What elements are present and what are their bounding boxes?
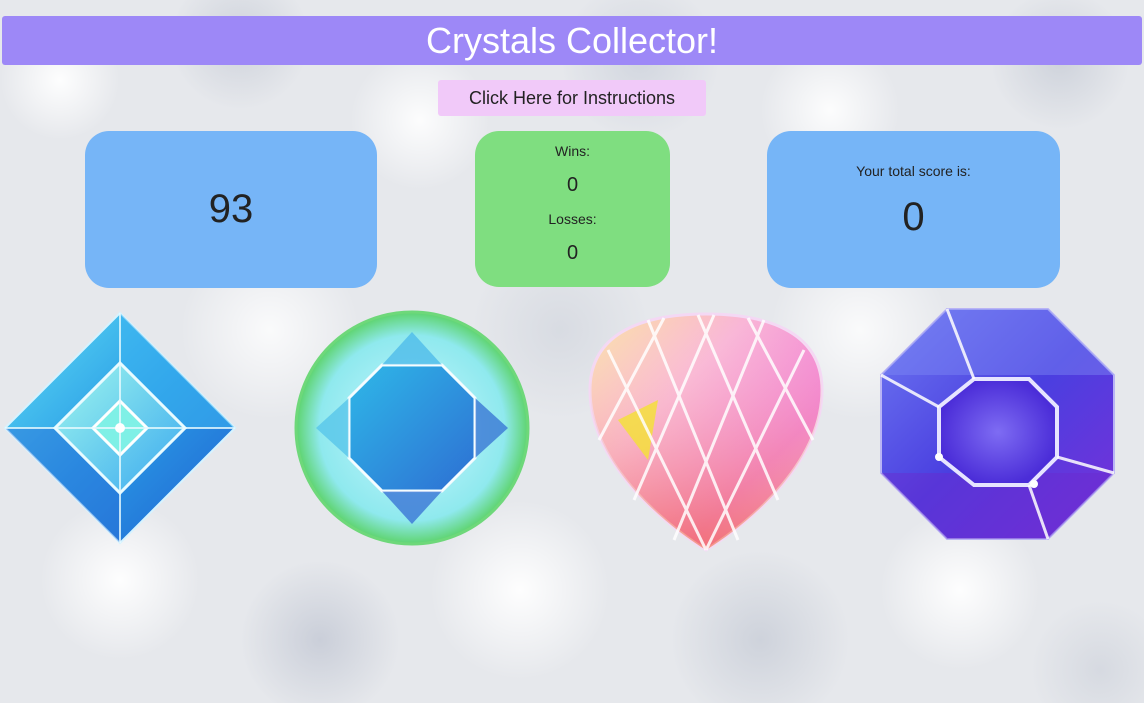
page-title: Crystals Collector! <box>2 16 1142 65</box>
total-score-value: 0 <box>902 195 925 239</box>
blue-square-crystal-icon[interactable] <box>3 311 237 545</box>
total-score-panel: Your total score is: 0 <box>767 131 1060 288</box>
losses-label: Losses: <box>548 211 597 227</box>
pink-heart-crystal-icon[interactable] <box>588 310 824 552</box>
target-number-panel: 93 <box>85 131 377 288</box>
win-loss-panel: Wins: 0 Losses: 0 <box>475 131 670 287</box>
wins-label: Wins: <box>555 143 590 159</box>
wins-value: 0 <box>566 174 579 196</box>
target-number: 93 <box>208 187 254 231</box>
total-score-label: Your total score is: <box>856 163 971 179</box>
instructions-button[interactable]: Click Here for Instructions <box>438 80 706 116</box>
purple-octagon-crystal-icon[interactable] <box>879 307 1116 541</box>
teal-round-crystal-icon[interactable] <box>294 310 530 546</box>
losses-value: 0 <box>566 242 579 264</box>
